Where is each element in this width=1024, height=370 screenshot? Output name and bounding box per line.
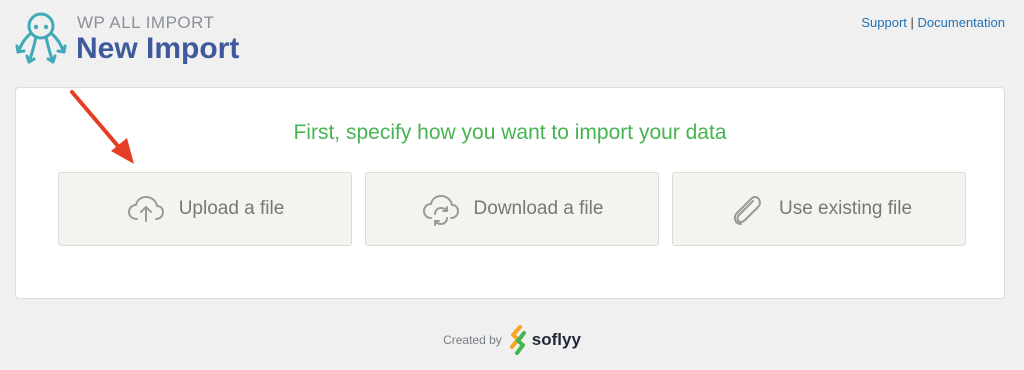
panel-heading: First, specify how you want to import yo… xyxy=(293,121,727,144)
download-file-button[interactable]: Download a file xyxy=(365,172,659,246)
cloud-sync-icon xyxy=(422,195,459,226)
annotation-arrow-icon xyxy=(70,90,134,164)
brand-name: WP ALL IMPORT xyxy=(77,13,215,32)
documentation-link[interactable]: Documentation xyxy=(918,15,1005,30)
created-by-text: Created by xyxy=(443,333,502,347)
wp-all-import-octopus-logo-icon xyxy=(15,12,67,64)
use-existing-file-label: Use existing file xyxy=(778,198,913,219)
use-existing-file-button[interactable]: Use existing file xyxy=(672,172,966,246)
soflyy-logo-icon xyxy=(509,325,526,355)
footer: Created by soflyy xyxy=(0,325,1024,355)
download-file-label: Download a file xyxy=(473,198,604,219)
support-link[interactable]: Support xyxy=(861,15,907,30)
page-title: New Import xyxy=(76,32,240,65)
paperclip-icon xyxy=(733,196,761,225)
link-separator: | xyxy=(910,15,914,30)
header-links: Support | Documentation xyxy=(861,15,1005,30)
cloud-upload-icon xyxy=(127,196,164,222)
import-source-panel: First, specify how you want to import yo… xyxy=(15,87,1005,299)
upload-file-label: Upload a file xyxy=(178,198,285,219)
soflyy-brand-name[interactable]: soflyy xyxy=(532,330,581,350)
upload-file-button[interactable]: Upload a file xyxy=(58,172,352,246)
